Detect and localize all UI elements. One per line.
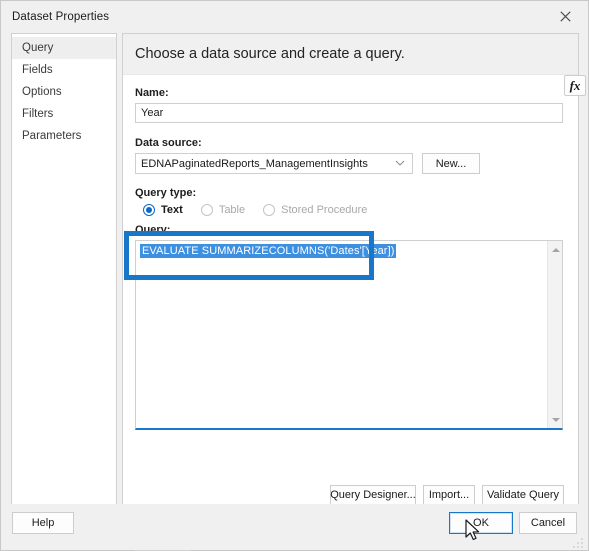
sidebar-item-label: Fields [22,64,53,76]
data-source-select[interactable]: EDNAPaginatedReports_ManagementInsights [135,153,413,174]
expression-fx-button[interactable]: fx [564,75,586,96]
name-input-value: Year [141,107,164,119]
ok-button[interactable]: OK [449,512,513,534]
name-input[interactable]: Year [135,103,563,123]
sidebar-item-filters[interactable]: Filters [12,103,116,125]
query-type-group: Query type: Text Table Stored Procedure [135,187,564,216]
query-label: Query: [135,224,171,236]
validate-query-button[interactable]: Validate Query [482,485,564,505]
query-input-value: EVALUATE SUMMARIZECOLUMNS('Dates'[Year]) [140,244,396,258]
query-type-label: Query type: [135,187,197,199]
resize-grip-icon[interactable] [573,536,585,548]
query-designer-button[interactable]: Query Designer... [330,485,416,505]
sidebar-item-fields[interactable]: Fields [12,59,116,81]
chevron-down-icon [395,158,405,170]
fx-icon: fx [569,77,581,93]
data-source-value: EDNAPaginatedReports_ManagementInsights [141,157,368,170]
sidebar-item-options[interactable]: Options [12,81,116,103]
scroll-down-arrow-icon[interactable] [548,412,563,427]
scroll-down-glyph [551,417,560,422]
query-actions: Query Designer... Import... Validate Que… [330,485,564,505]
title-bar: Dataset Properties [1,1,588,32]
radio-table[interactable]: Table [200,204,246,216]
cancel-button[interactable]: Cancel [519,512,577,534]
close-glyph [559,10,571,22]
panel-content: Name: Year Data source: EDNAPaginatedRep… [123,75,586,551]
dataset-properties-dialog: Dataset Properties Query Fields Options … [0,0,589,551]
data-source-row: EDNAPaginatedReports_ManagementInsights … [135,153,564,174]
data-source-group: Data source: EDNAPaginatedReports_Manage… [135,137,564,174]
chevron-glyph [395,160,405,166]
query-type-radio-row: Text Table Stored Procedure [135,204,564,216]
radio-unselected-icon [200,204,213,216]
query-input[interactable]: EVALUATE SUMMARIZECOLUMNS('Dates'[Year]) [135,240,563,430]
sidebar-item-label: Filters [22,108,54,120]
sidebar-item-parameters[interactable]: Parameters [12,125,116,147]
dialog-footer: Help OK Cancel [1,504,588,550]
scroll-up-arrow-icon[interactable] [548,242,563,257]
new-data-source-button[interactable]: New... [422,153,480,174]
import-label: Import... [428,489,470,501]
help-button[interactable]: Help [12,512,74,534]
scroll-up-glyph [551,247,560,252]
name-label: Name: [135,87,169,99]
sidebar-item-query[interactable]: Query [12,37,116,59]
page-title: Choose a data source and create a query. [135,46,405,62]
ok-label: OK [473,517,489,529]
import-button[interactable]: Import... [423,485,475,505]
sidebar-item-label: Options [22,86,62,98]
radio-table-label: Table [218,204,246,216]
panel-header: Choose a data source and create a query. [123,34,578,75]
radio-text-label: Text [161,204,183,216]
validate-query-label: Validate Query [487,489,559,501]
sidebar-item-label: Parameters [22,130,82,142]
category-list: Query Fields Options Filters Parameters [11,33,117,517]
query-scrollbar[interactable] [547,241,562,428]
query-designer-label: Query Designer... [330,489,416,501]
radio-stored-procedure[interactable]: Stored Procedure [263,204,367,216]
help-label: Help [31,517,55,529]
name-field-group: Name: Year [135,87,564,123]
close-icon[interactable] [542,1,588,31]
radio-selected-icon [143,204,155,216]
radio-stored-procedure-label: Stored Procedure [281,204,368,216]
new-button-label: New... [435,157,467,170]
radio-text[interactable]: Text [143,204,183,216]
data-source-label: Data source: [135,137,202,149]
sidebar-item-label: Query [22,42,54,54]
cancel-label: Cancel [530,517,566,529]
query-group: Query: EVALUATE SUMMARIZECOLUMNS('Dates'… [135,75,586,430]
radio-unselected-icon [263,204,276,216]
query-panel: Choose a data source and create a query.… [122,33,586,551]
dialog-body: Query Fields Options Filters Parameters … [1,32,588,551]
window-title: Dataset Properties [12,10,110,23]
